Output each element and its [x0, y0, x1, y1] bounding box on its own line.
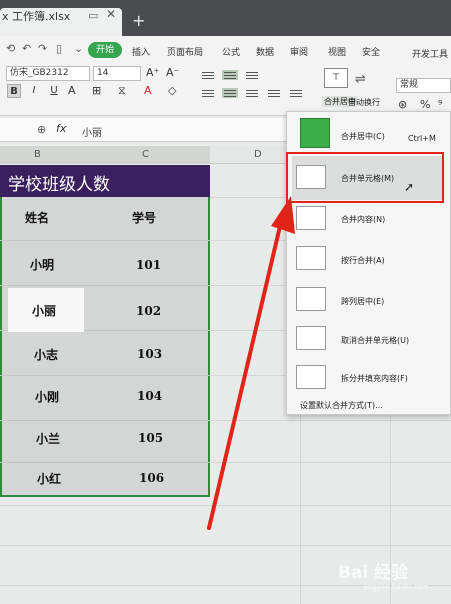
align-left-icon[interactable]	[200, 88, 216, 98]
menu-review[interactable]: 审阅	[290, 45, 308, 58]
merge-center-button[interactable]: ⊤	[324, 68, 348, 88]
align-center-icon[interactable]	[222, 88, 238, 98]
cell-id[interactable]: 101	[136, 258, 161, 272]
table-row-line	[0, 285, 210, 286]
cell-id[interactable]: 105	[138, 431, 163, 445]
percent-icon[interactable]: %	[420, 98, 430, 111]
zoom-icon[interactable]: ⊕	[37, 123, 46, 136]
menu-view[interactable]: 视图	[328, 45, 346, 58]
menu-insert[interactable]: 插入	[132, 45, 150, 58]
font-size-select[interactable]: 14	[93, 66, 141, 81]
shrink-font-icon[interactable]: A⁻	[166, 66, 179, 79]
mouse-cursor-icon: ➚	[404, 180, 415, 194]
merge-center-option[interactable]: 合并居中(C)	[341, 131, 385, 142]
menu-data[interactable]: 数据	[256, 45, 274, 58]
column-header-b[interactable]: B	[34, 149, 41, 160]
distribute-icon[interactable]	[288, 88, 304, 98]
fx-icon[interactable]: fx	[56, 122, 66, 135]
menu-security[interactable]: 安全	[362, 45, 380, 58]
currency-icon[interactable]: ⊛	[398, 98, 407, 111]
menu-page-layout[interactable]: 页面布局	[167, 45, 203, 58]
redo-icon[interactable]: ↷	[38, 42, 47, 55]
table-title: 学校班级人数	[8, 175, 110, 195]
table-row-line	[0, 375, 210, 376]
align-bottom-icon[interactable]	[244, 70, 260, 80]
cell-name[interactable]: 小志	[34, 346, 58, 363]
wrap-text-icon[interactable]: ⇌	[355, 72, 366, 87]
watermark: Bai 经验	[338, 563, 409, 583]
monitor-icon: ▭	[88, 9, 99, 22]
arrow-head	[271, 196, 295, 234]
align-justify-icon[interactable]	[266, 88, 282, 98]
header-id: 学号	[132, 211, 157, 225]
comma-icon[interactable]: ⁹	[438, 98, 442, 111]
cell-id[interactable]: 104	[137, 389, 162, 403]
cell-name[interactable]: 小丽	[32, 302, 56, 319]
menu-dev-tools[interactable]: 开发工具	[412, 47, 448, 60]
wrap-text-label[interactable]: 自动换行	[348, 97, 380, 108]
strikethrough-icon[interactable]: A	[68, 84, 76, 97]
italic-button[interactable]: I	[27, 84, 41, 98]
bold-button[interactable]: B	[7, 84, 21, 98]
cell-name[interactable]: 小红	[37, 470, 61, 487]
menu-formulas[interactable]: 公式	[222, 45, 240, 58]
red-arrow	[207, 196, 295, 530]
grid-line	[0, 545, 451, 546]
menu-start[interactable]: 开始	[88, 42, 122, 58]
column-header-d[interactable]: D	[254, 149, 262, 160]
merge-content-option[interactable]: 合并内容(N)	[341, 214, 385, 225]
border-icon[interactable]: ⊞	[92, 84, 101, 97]
cell-id[interactable]: 102	[136, 304, 161, 318]
align-middle-icon[interactable]	[222, 70, 238, 80]
clear-format-icon[interactable]: ◇	[168, 84, 176, 97]
font-color-icon[interactable]: A	[144, 84, 152, 97]
cell-id[interactable]: 106	[139, 471, 164, 485]
chevron-icon[interactable]: ⌄	[74, 42, 83, 55]
cell-id[interactable]: 103	[137, 347, 162, 361]
merge-center-shortcut: Ctrl+M	[408, 134, 436, 143]
align-top-icon[interactable]	[200, 70, 216, 80]
header-name: 姓名	[25, 211, 50, 225]
font-family-select[interactable]: 仿宋_GB2312	[6, 66, 90, 81]
unmerge-option[interactable]: 取消合并单元格(U)	[341, 335, 409, 346]
column-header-c[interactable]: C	[142, 149, 149, 160]
grow-font-icon[interactable]: A⁺	[146, 66, 159, 79]
formula-input[interactable]: 小丽	[82, 124, 102, 139]
save-icon[interactable]: ⟲	[6, 42, 15, 55]
table-body	[0, 197, 210, 497]
document-tab-label: x 工作簿.xlsx	[2, 10, 71, 23]
number-format-select[interactable]: 常规	[396, 78, 451, 93]
watermark-url: jingyan.baidu.com	[364, 583, 429, 591]
cell-name[interactable]: 小明	[30, 256, 54, 273]
table-row-line	[0, 420, 210, 421]
table-row-line	[0, 462, 210, 463]
merge-by-row-option[interactable]: 按行合并(A)	[341, 255, 385, 266]
center-across-option[interactable]: 跨列居中(E)	[341, 296, 384, 307]
fill-color-icon[interactable]: ⧖	[118, 84, 126, 98]
underline-button[interactable]: U	[47, 84, 61, 98]
new-tab-button[interactable]: +	[132, 11, 145, 30]
cell-name[interactable]: 小兰	[36, 430, 60, 447]
arrow-shaft	[207, 220, 283, 530]
folder-icon[interactable]: ▯	[56, 42, 62, 55]
merge-center-option-icon	[300, 118, 330, 148]
table-row-line	[0, 240, 210, 241]
cell-name[interactable]: 小刚	[35, 388, 59, 405]
close-icon[interactable]: ✕	[106, 7, 116, 21]
split-fill-option[interactable]: 拆分并填充内容(F)	[341, 373, 408, 384]
column-header-selected	[0, 146, 210, 164]
undo-icon[interactable]: ↶	[22, 42, 31, 55]
align-right-icon[interactable]	[244, 88, 260, 98]
